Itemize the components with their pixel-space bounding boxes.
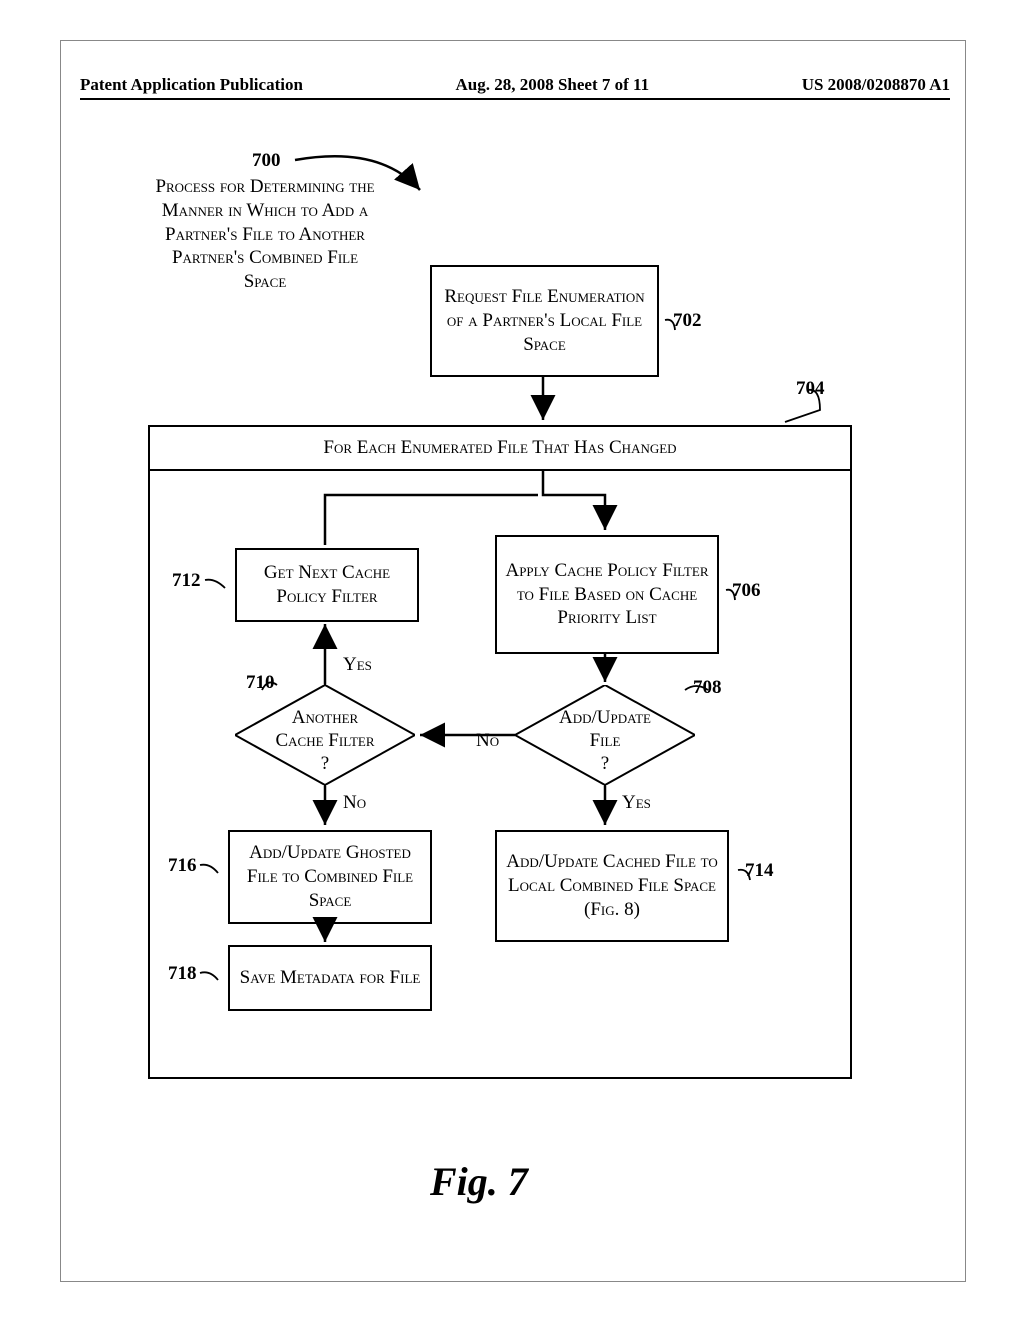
figure-caption: Fig. 7 [430,1158,528,1205]
flowchart-diagram: 700 Process for Determining the Manner i… [60,130,964,1190]
page-header: Patent Application Publication Aug. 28, … [80,75,950,95]
header-right: US 2008/0208870 A1 [802,75,950,95]
flowchart-arrows [60,130,964,1190]
header-rule [80,98,950,100]
header-left: Patent Application Publication [80,75,303,95]
header-center: Aug. 28, 2008 Sheet 7 of 11 [456,75,650,95]
